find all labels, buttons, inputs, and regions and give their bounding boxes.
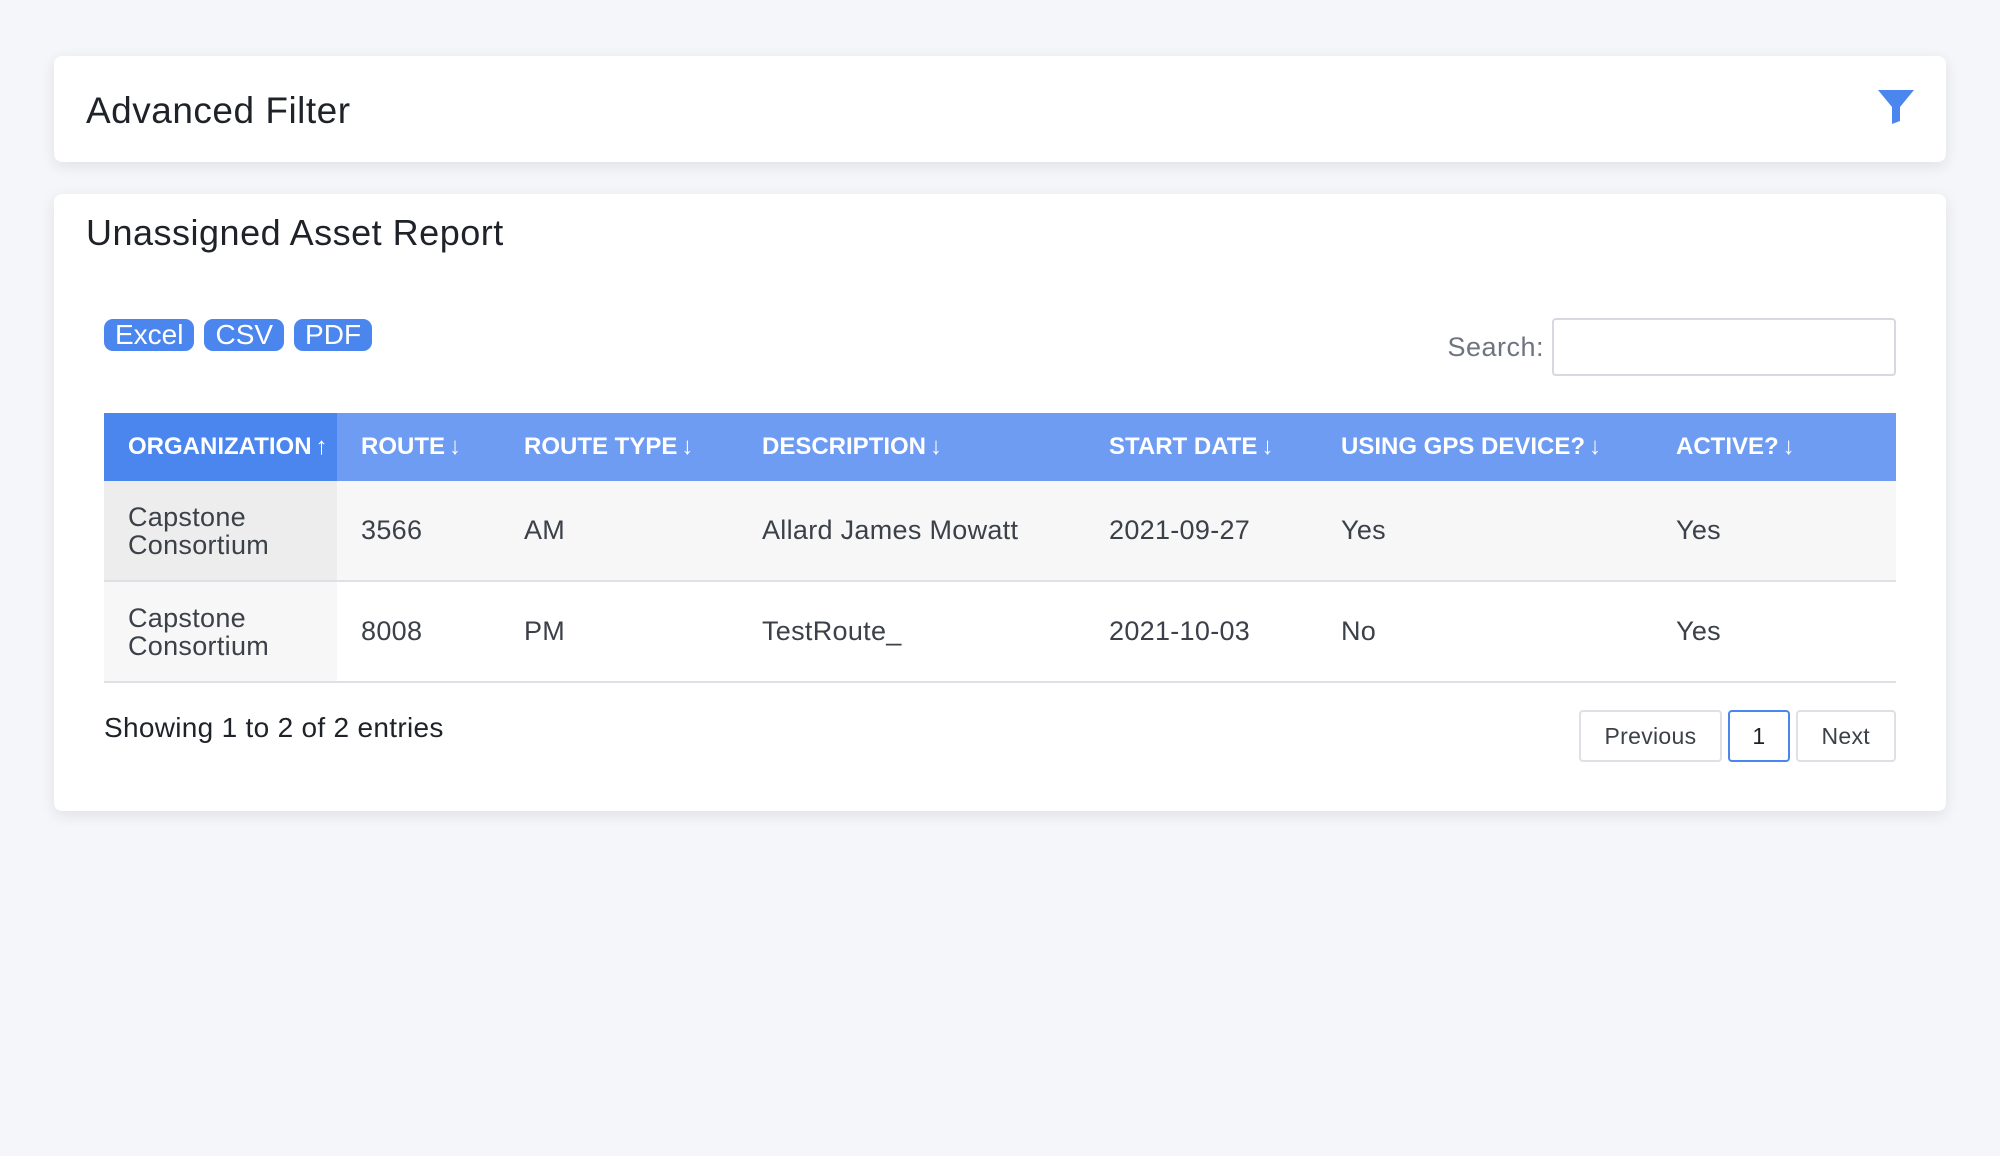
report-title: Unassigned Asset Report bbox=[86, 212, 504, 253]
sort-desc-icon: ↓ bbox=[449, 433, 461, 460]
column-header-route-type[interactable]: ROUTE TYPE ↓ bbox=[500, 413, 738, 481]
cell-route: 3566 bbox=[337, 481, 500, 582]
sort-desc-icon: ↓ bbox=[681, 433, 694, 460]
cell-route-type: AM bbox=[500, 481, 738, 582]
sort-desc-icon: ↓ bbox=[1782, 433, 1795, 460]
table-info: Showing 1 to 2 of 2 entries bbox=[104, 712, 444, 743]
pagination: Previous 1 Next bbox=[1578, 710, 1896, 762]
cell-route: 8008 bbox=[337, 581, 500, 683]
cell-active: Yes bbox=[1652, 581, 1896, 683]
column-header-label: ACTIVE? bbox=[1676, 433, 1779, 460]
organization-line: Capstone bbox=[128, 501, 246, 532]
cell-using-gps-device: Yes bbox=[1317, 481, 1652, 582]
cell-route-type: PM bbox=[500, 581, 738, 683]
search-input[interactable] bbox=[1552, 318, 1896, 376]
column-header-using-gps-device[interactable]: USING GPS DEVICE? ↓ bbox=[1317, 413, 1652, 481]
column-header-active[interactable]: ACTIVE? ↓ bbox=[1652, 413, 1896, 481]
column-header-label: ORGANIZATION bbox=[128, 433, 312, 460]
cell-organization: Capstone Consortium bbox=[104, 581, 337, 683]
export-csv-button[interactable]: CSV bbox=[204, 319, 285, 351]
cell-using-gps-device: No bbox=[1317, 581, 1652, 683]
column-header-organization[interactable]: ORGANIZATION ↑ bbox=[104, 413, 337, 481]
sort-desc-icon: ↓ bbox=[1261, 433, 1274, 460]
filter-panel-title: Advanced Filter bbox=[86, 90, 351, 131]
previous-page-button[interactable]: Previous bbox=[1578, 710, 1723, 762]
filter-icon[interactable] bbox=[1876, 86, 1916, 126]
cell-description: Allard James Mowatt bbox=[738, 481, 1085, 582]
organization-line: Consortium bbox=[128, 630, 270, 661]
table-row: Capstone Consortium 3566 AM Allard James … bbox=[104, 481, 1896, 582]
cell-organization: Capstone Consortium bbox=[104, 481, 337, 582]
cell-start-date: 2021-10-03 bbox=[1085, 581, 1317, 683]
cell-description: TestRoute_ bbox=[738, 581, 1085, 683]
column-header-label: START DATE bbox=[1109, 433, 1258, 460]
export-buttons: Excel CSV PDF bbox=[104, 319, 373, 351]
sort-desc-icon: ↓ bbox=[930, 433, 943, 460]
page-1-button[interactable]: 1 bbox=[1728, 710, 1790, 762]
sort-desc-icon: ↓ bbox=[1589, 433, 1602, 460]
column-header-label: ROUTE bbox=[361, 433, 445, 460]
search-label: Search: bbox=[1447, 331, 1544, 362]
column-header-label: ROUTE TYPE bbox=[524, 433, 678, 460]
export-pdf-button[interactable]: PDF bbox=[294, 319, 373, 351]
advanced-filter-panel[interactable]: Advanced Filter bbox=[54, 56, 1946, 162]
export-excel-button[interactable]: Excel bbox=[104, 319, 195, 351]
cell-start-date: 2021-09-27 bbox=[1085, 481, 1317, 582]
search-box: Search: bbox=[1447, 318, 1896, 376]
sort-asc-icon: ↑ bbox=[315, 433, 328, 460]
table-row: Capstone Consortium 8008 PM TestRoute_ 20… bbox=[104, 581, 1896, 683]
table-header-row: ORGANIZATION ↑ ROUTE ↓ ROUTE TYPE ↓ DESCRIP… bbox=[104, 413, 1896, 481]
next-page-button[interactable]: Next bbox=[1795, 710, 1896, 762]
column-header-start-date[interactable]: START DATE ↓ bbox=[1085, 413, 1317, 481]
report-panel: Unassigned Asset Report Excel CSV PDF Se… bbox=[54, 194, 1946, 811]
column-header-description[interactable]: DESCRIPTION ↓ bbox=[738, 413, 1085, 481]
column-header-label: DESCRIPTION bbox=[762, 433, 927, 460]
report-table: ORGANIZATION ↑ ROUTE ↓ ROUTE TYPE ↓ DESCRIP… bbox=[104, 413, 1896, 683]
column-header-label: USING GPS DEVICE? bbox=[1341, 433, 1586, 460]
cell-active: Yes bbox=[1652, 481, 1896, 582]
organization-line: Capstone bbox=[128, 602, 246, 633]
column-header-route[interactable]: ROUTE ↓ bbox=[337, 413, 500, 481]
organization-line: Consortium bbox=[128, 529, 270, 560]
